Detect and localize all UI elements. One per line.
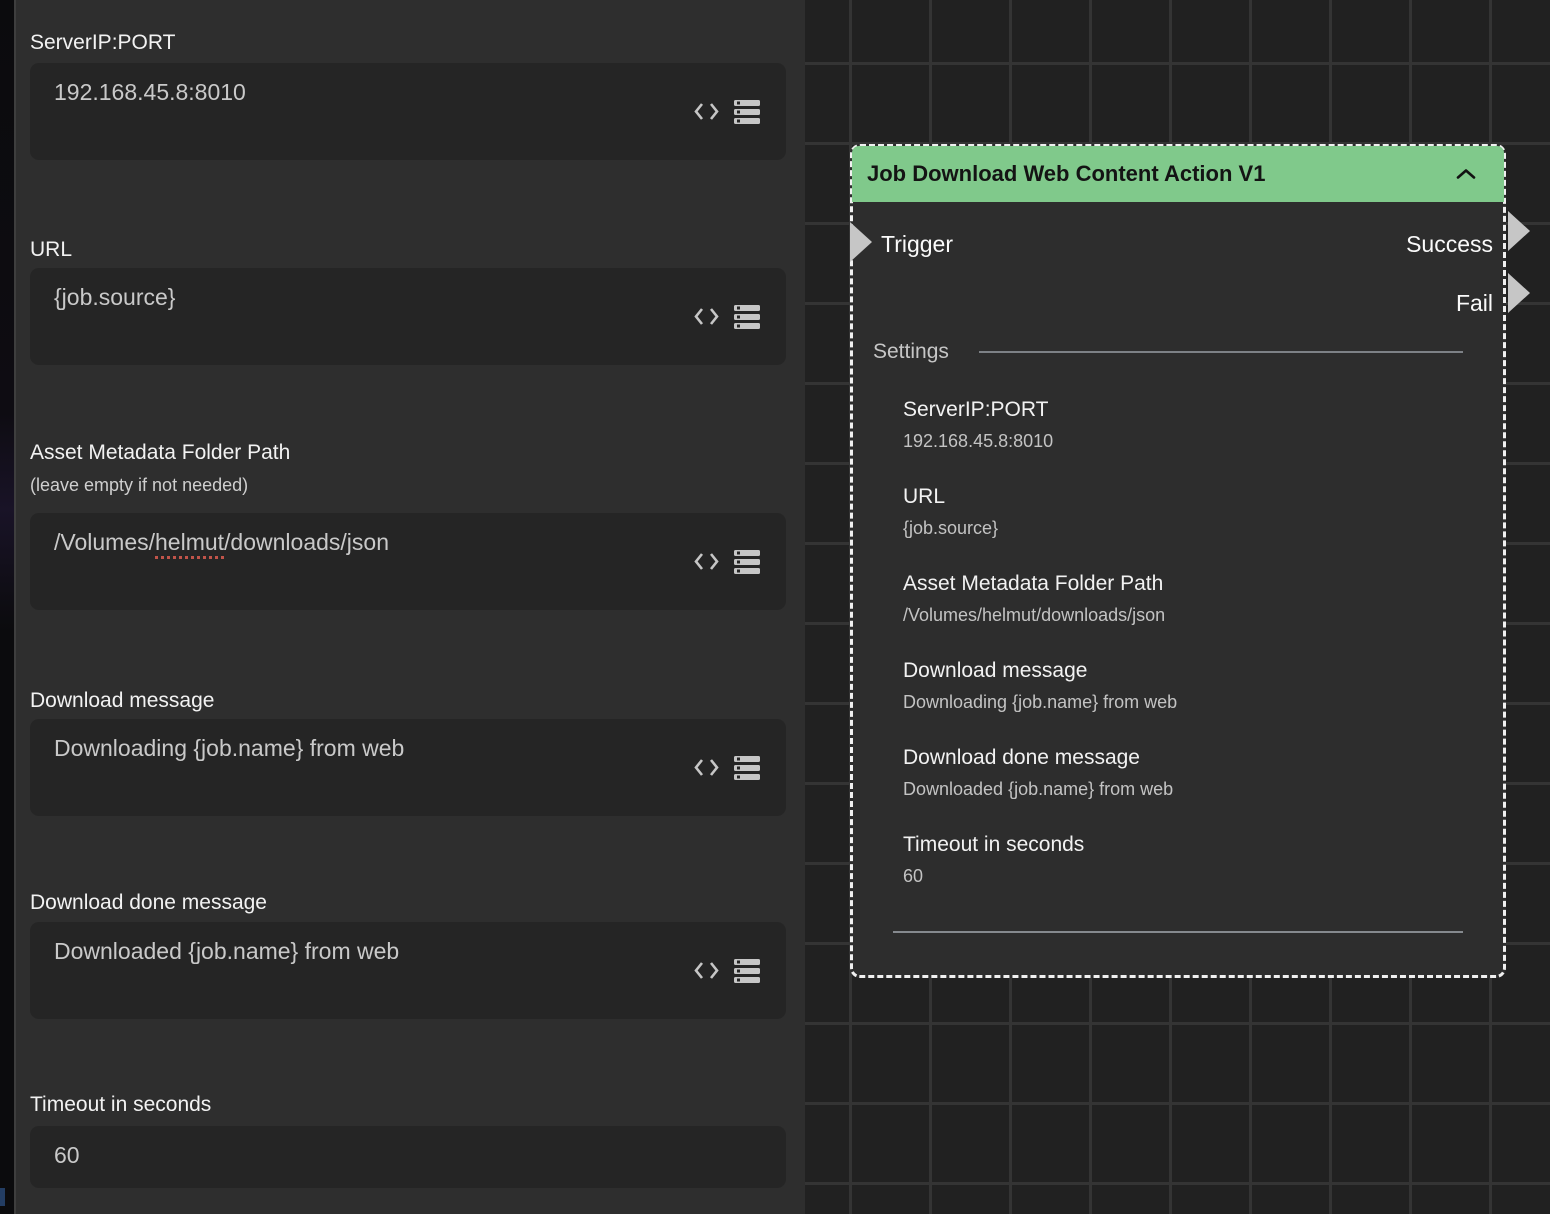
download-done-message-value: Downloaded {job.name} from web (54, 936, 399, 966)
serverip-port-value: 192.168.45.8:8010 (54, 77, 246, 107)
node-canvas[interactable]: Job Download Web Content Action V1 Trigg… (805, 0, 1550, 1214)
server-list-icon[interactable] (734, 100, 760, 124)
setting-label: Download done message (903, 745, 1140, 771)
timeout-label: Timeout in seconds (30, 1092, 211, 1118)
settings-heading: Settings (873, 339, 949, 365)
url-input[interactable]: {job.source} (30, 268, 786, 365)
server-list-icon[interactable] (734, 756, 760, 780)
parameters-panel: ServerIP:PORT 192.168.45.8:8010 URL {job… (14, 0, 805, 1214)
url-value: {job.source} (54, 282, 175, 312)
setting-value: {job.source} (903, 517, 998, 539)
timeout-value: 60 (54, 1140, 80, 1170)
node-title: Job Download Web Content Action V1 (867, 161, 1265, 187)
setting-value: /Volumes/helmut/downloads/json (903, 604, 1165, 626)
success-output-port-arrow[interactable] (1508, 211, 1530, 251)
window-edge-artifact (0, 1188, 5, 1206)
asset-metadata-folder-path-input[interactable]: /Volumes/helmut/downloads/json (30, 513, 786, 610)
window-edge-strip (0, 0, 14, 1214)
download-message-label: Download message (30, 688, 214, 714)
setting-label: Download message (903, 658, 1087, 684)
code-icon[interactable] (694, 961, 719, 980)
download-done-message-input[interactable]: Downloaded {job.name} from web (30, 922, 786, 1019)
setting-label: ServerIP:PORT (903, 397, 1048, 423)
action-node[interactable]: Job Download Web Content Action V1 Trigg… (850, 144, 1506, 978)
code-icon[interactable] (694, 307, 719, 326)
chevron-up-icon[interactable] (1456, 169, 1476, 180)
setting-value: Downloaded {job.name} from web (903, 778, 1173, 800)
setting-value: Downloading {job.name} from web (903, 691, 1177, 713)
setting-label: Asset Metadata Folder Path (903, 571, 1163, 597)
trigger-port-label: Trigger (881, 230, 953, 258)
code-icon[interactable] (694, 102, 719, 121)
misspelled-word: helmut (155, 529, 224, 559)
code-icon[interactable] (694, 552, 719, 571)
asset-metadata-folder-path-value: /Volumes/helmut/downloads/json (54, 527, 389, 557)
fail-output-port-arrow[interactable] (1508, 273, 1530, 313)
download-message-value: Downloading {job.name} from web (54, 733, 404, 763)
asset-metadata-folder-path-label: Asset Metadata Folder Path (30, 440, 290, 466)
serverip-port-label: ServerIP:PORT (30, 30, 175, 56)
settings-divider (979, 351, 1463, 353)
url-label: URL (30, 237, 72, 263)
fail-port-label: Fail (1456, 289, 1493, 317)
node-bottom-divider (893, 931, 1463, 933)
workflow-editor: ServerIP:PORT 192.168.45.8:8010 URL {job… (0, 0, 1550, 1214)
server-list-icon[interactable] (734, 305, 760, 329)
setting-label: URL (903, 484, 945, 510)
setting-value: 60 (903, 865, 923, 887)
serverip-port-input[interactable]: 192.168.45.8:8010 (30, 63, 786, 160)
timeout-input[interactable]: 60 (30, 1126, 786, 1188)
server-list-icon[interactable] (734, 959, 760, 983)
trigger-input-port-arrow[interactable] (850, 222, 872, 262)
setting-label: Timeout in seconds (903, 832, 1084, 858)
node-header[interactable]: Job Download Web Content Action V1 (852, 146, 1504, 202)
asset-metadata-folder-path-hint: (leave empty if not needed) (30, 474, 248, 496)
code-icon[interactable] (694, 758, 719, 777)
server-list-icon[interactable] (734, 550, 760, 574)
download-done-message-label: Download done message (30, 890, 267, 916)
setting-value: 192.168.45.8:8010 (903, 430, 1053, 452)
success-port-label: Success (1406, 230, 1493, 258)
download-message-input[interactable]: Downloading {job.name} from web (30, 719, 786, 816)
